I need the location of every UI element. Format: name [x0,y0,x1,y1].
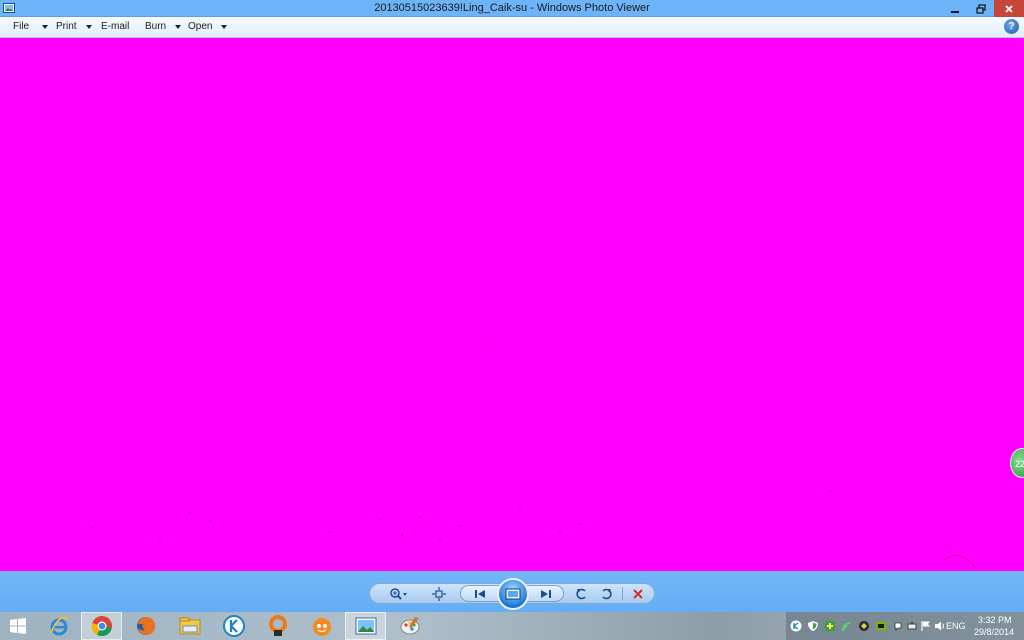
paint-icon [400,617,419,635]
rotate-clockwise-icon [602,588,612,599]
title-bar[interactable]: 20130515023639!Ling_Caik-su - Windows Ph… [0,0,1024,17]
taskbar-internet-explorer[interactable] [38,612,79,640]
slideshow-icon [505,588,521,600]
actual-size-button[interactable] [428,584,450,603]
taskbar: ENG 3:32 PM 29/8/2014 [0,612,1024,640]
minimize-button[interactable] [942,0,968,17]
utility-tray-icon[interactable] [824,620,836,632]
next-icon [541,589,551,598]
orange-app-icon [312,618,331,636]
network-signal-icon[interactable] [841,620,853,632]
control-pill [369,578,655,610]
image-canvas[interactable]: 22 [0,38,1024,571]
window-title: 20130515023639!Ling_Caik-su - Windows Ph… [374,2,650,14]
chevron-down-icon [175,24,182,29]
control-divider [622,587,623,600]
volume-icon[interactable] [934,620,946,632]
previous-icon [475,589,485,598]
minimize-icon [951,10,959,13]
slideshow-button[interactable] [497,578,529,610]
image-artifacts [91,343,977,569]
vlc-like-icon [268,615,287,636]
safely-remove-hardware-icon[interactable] [906,620,918,632]
taskbar-photo-viewer[interactable] [345,612,386,640]
taskbar-app-orange-face[interactable] [301,612,342,640]
chrome-icon [91,616,112,636]
kaspersky-icon [222,615,245,637]
internet-explorer-icon [49,616,68,636]
delete-button[interactable] [628,584,648,603]
kaspersky-tray-icon[interactable] [790,620,802,632]
nvidia-icon[interactable] [875,620,887,632]
file-explorer-icon [179,617,200,635]
restore-icon [976,3,986,14]
next-button[interactable] [529,586,563,601]
menu-burn-label: Burn [145,21,167,32]
language-indicator[interactable]: ENG [946,621,966,631]
chevron-down-icon [85,24,92,29]
notification-tray-icon[interactable] [892,620,904,632]
taskbar-file-explorer[interactable] [169,612,210,640]
rotate-counterclockwise-button[interactable] [572,584,592,603]
rotate-clockwise-button[interactable] [596,584,616,603]
flag-tray-icon[interactable] [920,620,932,632]
clock-time[interactable]: 3:32 PM [978,615,1012,625]
windows-start-icon [10,618,26,634]
menu-open[interactable]: Open [188,21,228,32]
close-button[interactable] [994,0,1024,17]
menu-file[interactable]: File [13,21,49,32]
taskbar-app-orange-ring[interactable] [257,612,298,640]
zoom-icon [390,587,407,600]
photo-viewer-icon [355,617,376,635]
taskbar-kaspersky[interactable] [213,612,254,640]
menu-email[interactable]: E-mail [101,21,129,32]
zoom-button[interactable] [386,584,412,603]
taskbar-chrome[interactable] [81,612,122,640]
taskbar-paint[interactable] [389,612,430,640]
actual-size-icon [432,586,446,601]
clock-date[interactable]: 29/8/2014 [974,627,1014,637]
menu-print[interactable]: Print [56,21,92,32]
control-bar [0,571,1024,612]
menu-print-label: Print [56,21,77,32]
menu-open-label: Open [188,21,213,32]
shield-icon[interactable] [807,620,819,632]
app-tray-icon[interactable] [858,620,870,632]
rotate-counterclockwise-icon [576,588,586,599]
menu-burn[interactable]: Burn [145,21,182,32]
firefox-icon [136,617,155,635]
restore-button[interactable] [968,0,994,17]
chevron-down-icon [42,24,49,29]
menu-file-label: File [13,21,30,32]
previous-button[interactable] [463,586,497,601]
chevron-down-icon [221,24,228,29]
delete-icon [633,588,643,599]
help-button[interactable]: ? [1004,19,1019,34]
start-button[interactable] [0,612,36,640]
close-icon [1005,4,1013,13]
taskbar-firefox[interactable] [125,612,166,640]
menu-email-label: E-mail [101,21,130,32]
menu-bar: File Print E-mail Burn Open ? [0,17,1024,38]
